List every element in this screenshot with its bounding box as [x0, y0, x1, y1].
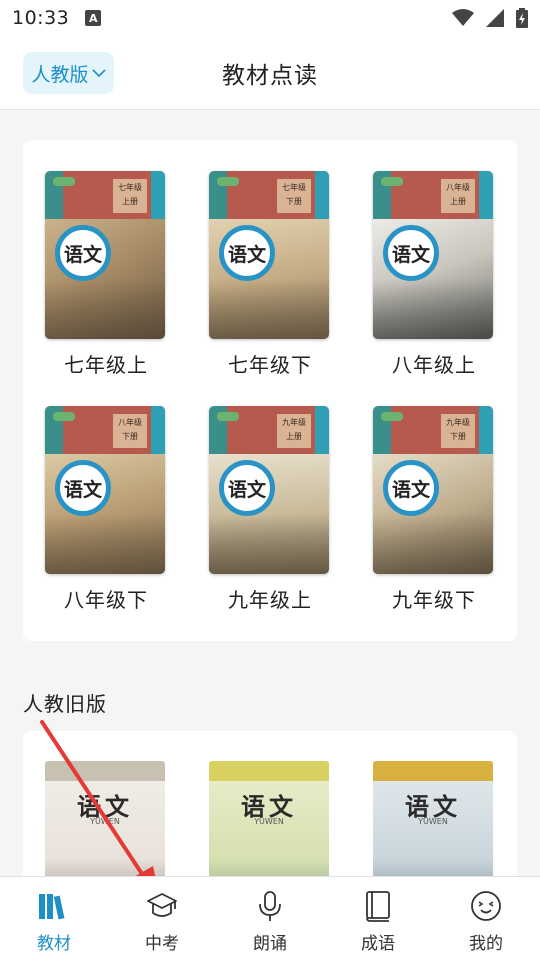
- old-textbook-item[interactable]: 语文 YUWEN: [373, 761, 493, 891]
- textbook-label: 八年级下: [64, 588, 148, 612]
- cover-grade-box: 八年级 上册: [441, 179, 475, 213]
- status-icons: [452, 8, 528, 28]
- old-textbook-item[interactable]: 语文 YUWEN: [45, 761, 165, 891]
- textbook-item-7a[interactable]: 七年级 上册 语文 七年级上: [45, 171, 167, 378]
- old-cover-subtitle: YUWEN: [90, 817, 120, 826]
- subject-badge: 语文: [383, 225, 439, 281]
- cover-grade-box: 九年级 上册: [277, 414, 311, 448]
- books-icon: [37, 889, 71, 923]
- subject-badge: 语文: [55, 460, 111, 516]
- tab-label: 朗诵: [253, 934, 287, 954]
- bottom-tab-bar: 教材 中考 朗诵 成语 我的: [0, 876, 540, 960]
- textbook-cover: 八年级 下册 语文: [45, 406, 165, 574]
- subject-badge: 语文: [219, 460, 275, 516]
- status-bar: 10:33 A: [0, 0, 540, 36]
- textbook-cover: 七年级 下册 语文: [209, 171, 329, 339]
- tab-idiom[interactable]: 成语: [324, 877, 432, 960]
- tab-label: 中考: [145, 934, 179, 954]
- textbook-item-8b[interactable]: 八年级 下册 语文 八年级下: [45, 406, 167, 613]
- old-textbook-item[interactable]: 语文 YUWEN: [209, 761, 329, 891]
- textbook-grid: 七年级 上册 语文 七年级上 七年级 下册 语文 七年级下 八年级 上册 语文 八年级…: [23, 140, 517, 641]
- textbook-item-9b[interactable]: 九年级 下册 语文 九年级下: [373, 406, 495, 613]
- subject-badge: 语文: [219, 225, 275, 281]
- tab-exam[interactable]: 中考: [108, 877, 216, 960]
- textbook-item-8a[interactable]: 八年级 上册 语文 八年级上: [373, 171, 495, 378]
- publisher-logo-icon: [217, 412, 239, 421]
- page-title: 教材点读: [222, 63, 318, 89]
- tab-textbook[interactable]: 教材: [0, 877, 108, 960]
- publisher-logo-icon: [381, 412, 403, 421]
- microphone-icon: [253, 889, 287, 923]
- wifi-icon: [452, 9, 474, 26]
- book-icon: [361, 889, 395, 923]
- textbook-cover: 九年级 下册 语文: [373, 406, 493, 574]
- textbook-label: 七年级下: [228, 353, 312, 377]
- tab-label: 我的: [469, 934, 503, 954]
- smiley-icon: [469, 889, 503, 923]
- textbook-cover: 八年级 上册 语文: [373, 171, 493, 339]
- section-title-old-edition: 人教旧版: [23, 692, 107, 716]
- publisher-logo-icon: [53, 177, 75, 186]
- textbook-item-7b[interactable]: 七年级 下册 语文 七年级下: [209, 171, 331, 378]
- cover-grade-box: 九年级 下册: [441, 414, 475, 448]
- status-time: 10:33: [12, 7, 70, 29]
- old-cover-subtitle: YUWEN: [254, 817, 284, 826]
- textbook-label: 七年级上: [64, 353, 148, 377]
- subject-badge: 语文: [383, 460, 439, 516]
- textbook-label: 九年级下: [392, 588, 476, 612]
- textbook-item-9a[interactable]: 九年级 上册 语文 九年级上: [209, 406, 331, 613]
- tab-label: 教材: [37, 934, 71, 954]
- textbook-label: 九年级上: [228, 588, 312, 612]
- tab-label: 成语: [361, 934, 395, 954]
- notification-icon: A: [85, 10, 102, 26]
- textbook-cover: 九年级 上册 语文: [209, 406, 329, 574]
- publisher-logo-icon: [217, 177, 239, 186]
- cover-grade-box: 七年级 上册: [113, 179, 147, 213]
- publisher-logo-icon: [381, 177, 403, 186]
- cover-grade-box: 七年级 下册: [277, 179, 311, 213]
- tab-me[interactable]: 我的: [432, 877, 540, 960]
- textbook-label: 八年级上: [392, 353, 476, 377]
- signal-icon: [486, 9, 504, 27]
- cover-grade-box: 八年级 下册: [113, 414, 147, 448]
- tab-recite[interactable]: 朗诵: [216, 877, 324, 960]
- subject-badge: 语文: [55, 225, 111, 281]
- battery-icon: [516, 8, 528, 28]
- textbook-cover: 七年级 上册 语文: [45, 171, 165, 339]
- graduation-cap-icon: [145, 889, 179, 923]
- old-edition-grid: 语文 YUWEN 语文 YUWEN 语文 YUWEN: [23, 731, 517, 891]
- publisher-logo-icon: [53, 412, 75, 421]
- app-header: 人教版 教材点读: [0, 36, 540, 110]
- old-cover-subtitle: YUWEN: [418, 817, 448, 826]
